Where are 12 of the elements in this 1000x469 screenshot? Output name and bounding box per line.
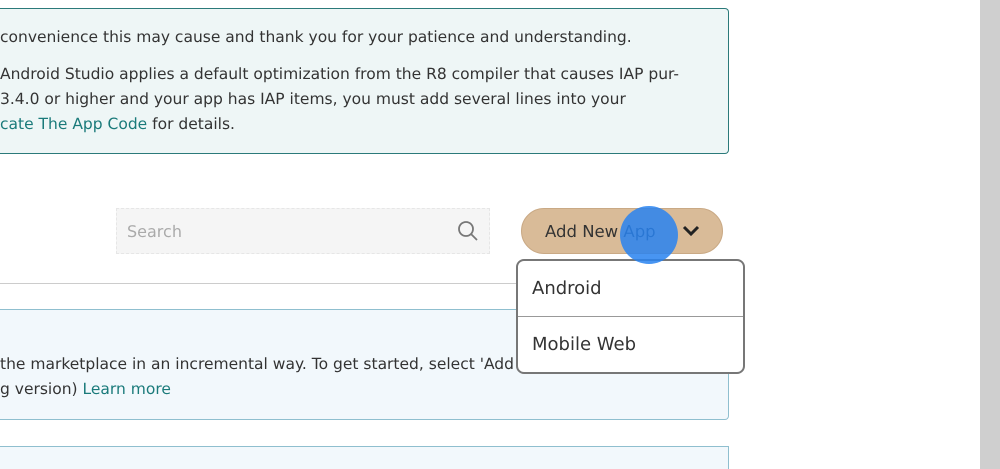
notice-text: Android Studio applies a default optimization from the R8 compiler that causes IAP pur- [0, 64, 680, 85]
menu-item[interactable]: Android [518, 261, 743, 316]
info-text: the marketplace in an incremental way. To get started, select 'Add [0, 354, 515, 375]
info-text: g version) Learn more [0, 379, 172, 400]
menu-item[interactable]: Mobile Web [518, 316, 743, 372]
notice-text: 3.4.0 or higher and your app has IAP items, you must add several lines into your [0, 89, 627, 110]
learn-more-link[interactable]: Learn more [82, 380, 171, 398]
notice-text: cate The App Code for details. [0, 114, 236, 135]
search-field[interactable]: Search [116, 208, 490, 254]
notice-text: convenience this may cause and thank you for your patience and understanding. [0, 27, 633, 48]
link[interactable]: cate The App Code [0, 115, 148, 133]
search-icon [457, 220, 479, 242]
